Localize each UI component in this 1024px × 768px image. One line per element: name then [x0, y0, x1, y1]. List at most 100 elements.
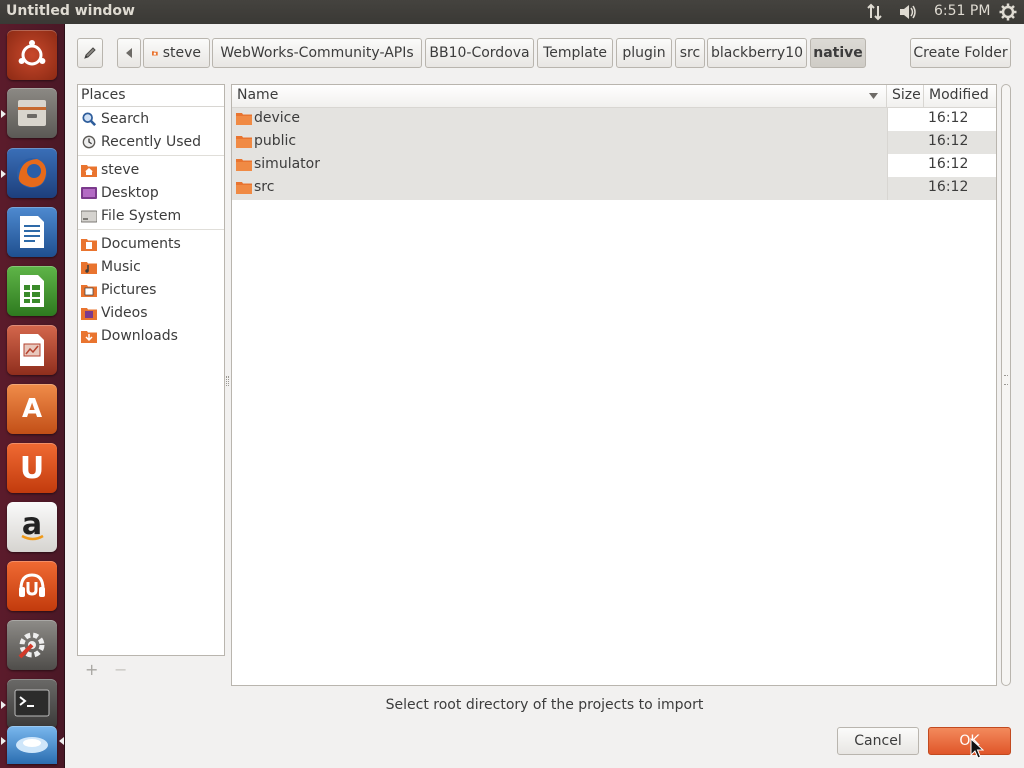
- libreoffice-calc-icon[interactable]: [7, 266, 57, 316]
- scrollbar-grip: [1004, 375, 1008, 385]
- network-transfer-icon[interactable]: [866, 3, 884, 21]
- places-sidebar: Places Search Recently Used steve Deskto…: [77, 84, 225, 656]
- gear-icon[interactable]: [999, 3, 1017, 21]
- drive-icon: [81, 210, 97, 222]
- remove-place-button[interactable]: −: [114, 660, 127, 679]
- focused-indicator: [59, 737, 64, 745]
- search-icon: [82, 111, 97, 126]
- cancel-button[interactable]: Cancel: [837, 727, 919, 755]
- crumb-template[interactable]: Template: [537, 38, 613, 68]
- clock[interactable]: 6:51 PM: [934, 3, 990, 19]
- file-name: device: [254, 110, 300, 126]
- videos-folder-icon: [81, 307, 97, 320]
- downloads-folder-icon: [81, 330, 97, 343]
- pane-grip[interactable]: [226, 376, 229, 386]
- pencil-icon: [84, 47, 96, 59]
- place-label: File System: [101, 207, 182, 224]
- file-modified: 16:12: [924, 108, 996, 131]
- places-separator: [78, 155, 224, 156]
- place-label: Videos: [101, 304, 148, 321]
- column-name[interactable]: Name: [232, 85, 887, 108]
- edit-location-button[interactable]: [77, 38, 103, 68]
- crumb-webworks[interactable]: WebWorks-Community-APIs: [212, 38, 422, 68]
- place-label: Pictures: [101, 281, 157, 298]
- place-documents[interactable]: Documents: [78, 232, 224, 255]
- add-place-button[interactable]: +: [85, 660, 98, 679]
- recent-icon: [82, 135, 96, 148]
- file-modified: 16:12: [924, 154, 996, 177]
- software-center-icon[interactable]: A: [7, 384, 57, 434]
- terminal-icon[interactable]: [7, 679, 57, 729]
- amazon-icon[interactable]: a: [7, 502, 57, 552]
- ubuntu-one-music-icon[interactable]: [7, 561, 57, 611]
- crumb-steve[interactable]: steve: [143, 38, 210, 68]
- file-name: src: [254, 179, 275, 195]
- pictures-folder-icon: [81, 284, 97, 297]
- places-separator: [78, 229, 224, 230]
- running-indicator: [1, 170, 6, 178]
- file-row[interactable]: device 16:12: [232, 108, 996, 131]
- crumb-label: steve: [162, 45, 201, 61]
- place-steve[interactable]: steve: [78, 158, 224, 181]
- place-label: Music: [101, 258, 141, 275]
- file-size: [887, 108, 924, 131]
- libreoffice-impress-icon[interactable]: [7, 325, 57, 375]
- firefox-icon[interactable]: [7, 148, 57, 198]
- breadcrumb-back-button[interactable]: [117, 38, 141, 68]
- place-downloads[interactable]: Downloads: [78, 324, 224, 347]
- column-name-label: Name: [237, 87, 279, 103]
- running-indicator: [1, 737, 6, 745]
- ubuntu-dash-icon[interactable]: [7, 30, 57, 80]
- crumb-native[interactable]: native: [810, 38, 866, 68]
- place-videos[interactable]: Videos: [78, 301, 224, 324]
- file-modified: 16:12: [928, 179, 969, 195]
- status-message: Select root directory of the projects to…: [385, 697, 704, 713]
- system-settings-icon[interactable]: [7, 620, 57, 670]
- file-name: simulator: [254, 156, 320, 172]
- home-folder-icon: [152, 51, 158, 56]
- libreoffice-writer-icon[interactable]: [7, 207, 57, 257]
- volume-icon[interactable]: [898, 3, 918, 21]
- crumb-src[interactable]: src: [675, 38, 705, 68]
- file-modified: 16:12: [928, 133, 969, 149]
- crumb-blackberry10[interactable]: blackberry10: [707, 38, 807, 68]
- place-file-system[interactable]: File System: [78, 204, 224, 227]
- top-panel: Untitled window 6:51 PM: [0, 0, 1024, 24]
- crumb-plugin[interactable]: plugin: [616, 38, 672, 68]
- place-label: Downloads: [101, 327, 178, 344]
- file-row[interactable]: public 16:12: [232, 131, 996, 154]
- file-manager-icon[interactable]: [7, 88, 57, 138]
- home-folder-icon: [81, 164, 97, 177]
- running-indicator: [1, 701, 6, 709]
- documents-folder-icon: [81, 238, 97, 251]
- place-music[interactable]: Music: [78, 255, 224, 278]
- file-row[interactable]: src 16:12: [232, 177, 996, 200]
- left-arrow-icon: [126, 48, 132, 58]
- column-size[interactable]: Size: [887, 85, 924, 108]
- place-label: Search: [101, 110, 150, 127]
- launcher: A U a: [0, 24, 65, 768]
- workspace-switcher-icon[interactable]: [7, 726, 57, 764]
- file-list: Name Size Modified device 16:12 public 1…: [231, 84, 997, 686]
- create-folder-button[interactable]: Create Folder: [910, 38, 1011, 68]
- places-header: Places: [78, 85, 224, 107]
- place-label: Recently Used: [101, 133, 202, 150]
- column-modified[interactable]: Modified: [924, 85, 996, 108]
- file-chooser-dialog: steve WebWorks-Community-APIs BB10-Cordo…: [65, 24, 1024, 768]
- file-name: public: [254, 133, 297, 149]
- window-title: Untitled window: [6, 3, 135, 19]
- vertical-scrollbar[interactable]: [1001, 84, 1011, 686]
- place-desktop[interactable]: Desktop: [78, 181, 224, 204]
- file-size: [887, 177, 924, 200]
- sort-down-icon: [869, 93, 878, 99]
- column-header-row: Name Size Modified: [232, 85, 996, 108]
- ubuntu-one-icon[interactable]: U: [7, 443, 57, 493]
- mouse-cursor-icon: [970, 738, 984, 759]
- place-recently-used[interactable]: Recently Used: [78, 130, 224, 153]
- file-row[interactable]: simulator 16:12: [232, 154, 996, 177]
- running-indicator: [1, 110, 6, 118]
- place-search[interactable]: Search: [78, 107, 224, 130]
- place-pictures[interactable]: Pictures: [78, 278, 224, 301]
- crumb-bb10-cordova[interactable]: BB10-Cordova: [425, 38, 534, 68]
- file-size: [887, 131, 924, 154]
